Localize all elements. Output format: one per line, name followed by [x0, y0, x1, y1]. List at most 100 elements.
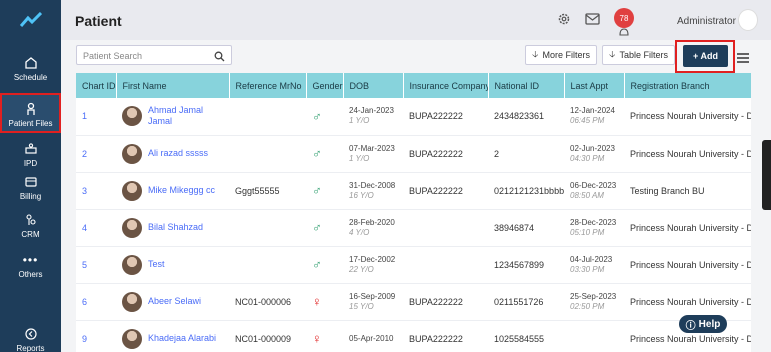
- name-cell[interactable]: Test: [116, 246, 229, 284]
- chart-id-cell[interactable]: 2: [76, 135, 116, 173]
- insurance-cell: [403, 246, 488, 284]
- avatar: [122, 217, 142, 238]
- age-text: 4 Y/O: [349, 227, 370, 237]
- dob-date: 24-Jan-2023: [349, 106, 394, 116]
- patient-name-link[interactable]: Test: [148, 259, 223, 270]
- chart-id-cell[interactable]: 5: [76, 246, 116, 284]
- more-filters-label: More Filters: [542, 50, 590, 60]
- sidebar-item-schedule[interactable]: Schedule: [0, 55, 61, 82]
- branch-cell: Testing Branch BU: [624, 172, 751, 210]
- name-cell[interactable]: Mike Mikeggg cc: [116, 172, 229, 210]
- search-input[interactable]: [83, 47, 211, 65]
- table-row[interactable]: 1 Ahmad Jamal Jamal ♂ 24-Jan-2023 1 Y/O BUPA2…: [76, 98, 751, 136]
- sidebar-item-others[interactable]: ••• Others: [0, 252, 61, 279]
- appt-date: 25-Sep-2023: [570, 291, 617, 301]
- user-name[interactable]: Administrator: [677, 16, 736, 27]
- reference-cell: NC01-000009: [229, 320, 306, 352]
- patient-search[interactable]: [76, 45, 232, 65]
- column-header[interactable]: Registration Branch: [624, 73, 751, 98]
- avatar[interactable]: [738, 9, 758, 31]
- chart-id-cell[interactable]: 6: [76, 283, 116, 321]
- hamburger-menu-icon[interactable]: [737, 50, 749, 68]
- sidebar-item-patient-files[interactable]: Patient Files: [0, 93, 61, 133]
- add-button[interactable]: + Add: [683, 45, 728, 67]
- dob-cell: 05-Apr-2010: [343, 320, 403, 352]
- column-header[interactable]: Reference MrNo: [229, 73, 307, 98]
- last-appt-cell: 28-Dec-2023 05:10 PM: [564, 209, 624, 247]
- table-row[interactable]: 5 Test ♂ 17-Dec-2002 22 Y/O 1234567899 04-Jul-…: [76, 246, 751, 284]
- avatar: [122, 106, 142, 127]
- more-filters-button[interactable]: 🡣 More Filters: [525, 45, 597, 65]
- column-header[interactable]: First Name: [116, 73, 230, 98]
- column-header[interactable]: Last Appt: [564, 73, 625, 98]
- sidebar-item-reports[interactable]: Reports: [0, 326, 61, 352]
- table-row[interactable]: 9 Khadejaa Alarabi NC01-000009 ♀ 05-Apr-2010…: [76, 320, 751, 352]
- sidebar-item-label: Reports: [16, 344, 45, 352]
- chart-id-cell[interactable]: 9: [76, 320, 116, 352]
- column-header[interactable]: National ID: [488, 73, 565, 98]
- last-appt-cell: 04-Jul-2023 03:30 PM: [564, 246, 624, 284]
- bed-icon: [23, 141, 39, 157]
- name-cell[interactable]: Ahmad Jamal Jamal: [116, 98, 229, 136]
- avatar: [122, 328, 142, 349]
- avatar: [122, 180, 142, 201]
- help-button[interactable]: ⓘ Help: [679, 315, 727, 333]
- age-text: 15 Y/O: [349, 301, 374, 311]
- dob-cell: 16-Sep-2009 15 Y/O: [343, 283, 403, 321]
- patients-table: Chart ID First Name Reference MrNo Gende…: [76, 73, 751, 352]
- column-header[interactable]: DOB: [343, 73, 404, 98]
- sidebar-item-crm[interactable]: CRM: [0, 212, 61, 239]
- dob-cell: 17-Dec-2002 22 Y/O: [343, 246, 403, 284]
- appt-date: 02-Jun-2023: [570, 143, 615, 153]
- table-header-row: Chart ID First Name Reference MrNo Gende…: [76, 73, 751, 98]
- home-icon: [23, 55, 39, 71]
- insurance-cell: BUPA222222: [403, 135, 488, 173]
- male-icon: ♂: [312, 146, 322, 161]
- reference-cell: Gggt55555: [229, 172, 306, 210]
- bell-icon[interactable]: [617, 24, 631, 36]
- gear-icon[interactable]: [557, 12, 573, 28]
- patient-name-link[interactable]: Ali razad sssss: [148, 148, 223, 159]
- sidebar-item-ipd[interactable]: IPD: [0, 141, 61, 168]
- column-header[interactable]: Gender: [306, 73, 344, 98]
- chart-id-cell[interactable]: 1: [76, 98, 116, 136]
- arrow-down-icon: 🡣: [609, 49, 616, 59]
- appt-time: 04:30 PM: [570, 153, 605, 163]
- reference-cell: [229, 135, 306, 173]
- name-cell[interactable]: Abeer Selawi: [116, 283, 229, 321]
- table-row[interactable]: 4 Bilal Shahzad ♂ 28-Feb-2020 4 Y/O 38946874 2…: [76, 209, 751, 247]
- app-logo-icon[interactable]: [0, 0, 61, 40]
- patient-name-link[interactable]: Bilal Shahzad: [148, 222, 223, 233]
- side-panel-tab[interactable]: [762, 140, 771, 210]
- national-id-cell: 0212121231bbbbb: [488, 172, 564, 210]
- name-cell[interactable]: Ali razad sssss: [116, 135, 229, 173]
- column-header[interactable]: Chart ID: [76, 73, 117, 98]
- sidebar-item-label: Others: [18, 270, 43, 279]
- patient-name-link[interactable]: Abeer Selawi: [148, 296, 223, 307]
- age-text: 1 Y/O: [349, 116, 370, 126]
- table-row[interactable]: 2 Ali razad sssss ♂ 07-Mar-2023 1 Y/O BUPA222…: [76, 135, 751, 173]
- insurance-cell: BUPA222222: [403, 98, 488, 136]
- patient-name-link[interactable]: Ahmad Jamal Jamal: [148, 105, 223, 127]
- chart-id-cell[interactable]: 3: [76, 172, 116, 210]
- mail-icon[interactable]: [585, 12, 601, 28]
- female-icon: ♀: [312, 294, 322, 309]
- table-filters-button[interactable]: 🡣 Table Filters: [602, 45, 675, 65]
- table-row[interactable]: 3 Mike Mikeggg cc Gggt55555 ♂ 31-Dec-2008 16 …: [76, 172, 751, 210]
- search-icon[interactable]: [214, 49, 225, 67]
- column-header[interactable]: Insurance Company: [403, 73, 489, 98]
- patient-name-link[interactable]: Khadejaa Alarabi: [148, 333, 223, 344]
- patient-name-link[interactable]: Mike Mikeggg cc: [148, 185, 223, 196]
- reference-cell: [229, 246, 306, 284]
- sidebar-item-billing[interactable]: Billing: [0, 174, 61, 201]
- gender-cell: ♂: [306, 172, 343, 210]
- arrow-down-icon: 🡣: [532, 49, 539, 59]
- name-cell[interactable]: Bilal Shahzad: [116, 209, 229, 247]
- appt-date: 28-Dec-2023: [570, 217, 617, 227]
- table-row[interactable]: 6 Abeer Selawi NC01-000006 ♀ 16-Sep-2009 15 Y…: [76, 283, 751, 321]
- national-id-cell: 1234567899: [488, 246, 564, 284]
- top-header: Patient 78 Administrator: [61, 0, 771, 40]
- chart-id-cell[interactable]: 4: [76, 209, 116, 247]
- name-cell[interactable]: Khadejaa Alarabi: [116, 320, 229, 352]
- national-id-cell: 1025584555: [488, 320, 564, 352]
